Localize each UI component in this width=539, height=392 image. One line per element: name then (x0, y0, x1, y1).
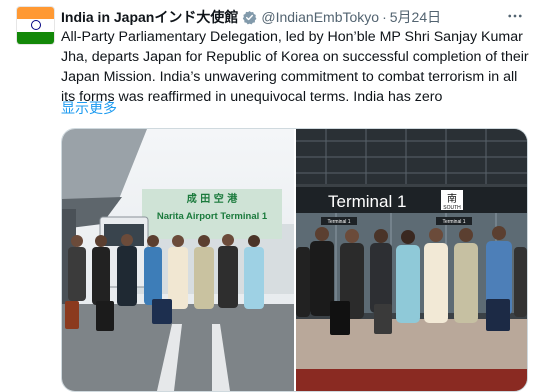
tweet-header: India in Japanインド大使館 @IndianEmbTokyo · 5… (61, 7, 507, 27)
author-handle[interactable]: @IndianEmbTokyo (261, 9, 379, 25)
separator-dot: · (382, 9, 387, 25)
flag-white-band (17, 19, 54, 32)
sign-terminal-1: Terminal 1 (328, 192, 406, 211)
sign-small-terminal-right: Terminal 1 (442, 219, 465, 225)
ashoka-chakra-icon (30, 20, 41, 31)
photo-right-terminal-interior[interactable]: Terminal 1 南 SOUTH Terminal 1 Terminal 1 (296, 129, 527, 391)
tweet-text: All-Party Parliamentary Delegation, led … (61, 29, 529, 105)
sign-south-text: SOUTH (443, 205, 461, 211)
sign-south-kanji: 南 (447, 192, 457, 205)
verified-badge-icon[interactable] (242, 10, 257, 25)
tweet-date[interactable]: 5月24日 (390, 7, 441, 27)
photo-left-narita-exterior[interactable]: 成 田 空 港 Narita Airport Terminal 1 (62, 129, 294, 391)
sign-narita-terminal: Narita Airport Terminal 1 (157, 211, 268, 222)
show-more-link[interactable]: 显示更多 (61, 98, 117, 118)
flag-saffron-band (17, 7, 54, 20)
more-horizontal-icon[interactable] (505, 6, 525, 26)
author-name[interactable]: India in Japanインド大使館 (61, 7, 238, 27)
tweet-media[interactable]: 成 田 空 港 Narita Airport Terminal 1 Termin… (61, 128, 528, 392)
sign-small-terminal-left: Terminal 1 (327, 219, 350, 225)
sign-kanji: 成 田 空 港 (187, 192, 238, 205)
flag-green-band (17, 31, 54, 44)
avatar-india-flag[interactable] (16, 6, 55, 45)
